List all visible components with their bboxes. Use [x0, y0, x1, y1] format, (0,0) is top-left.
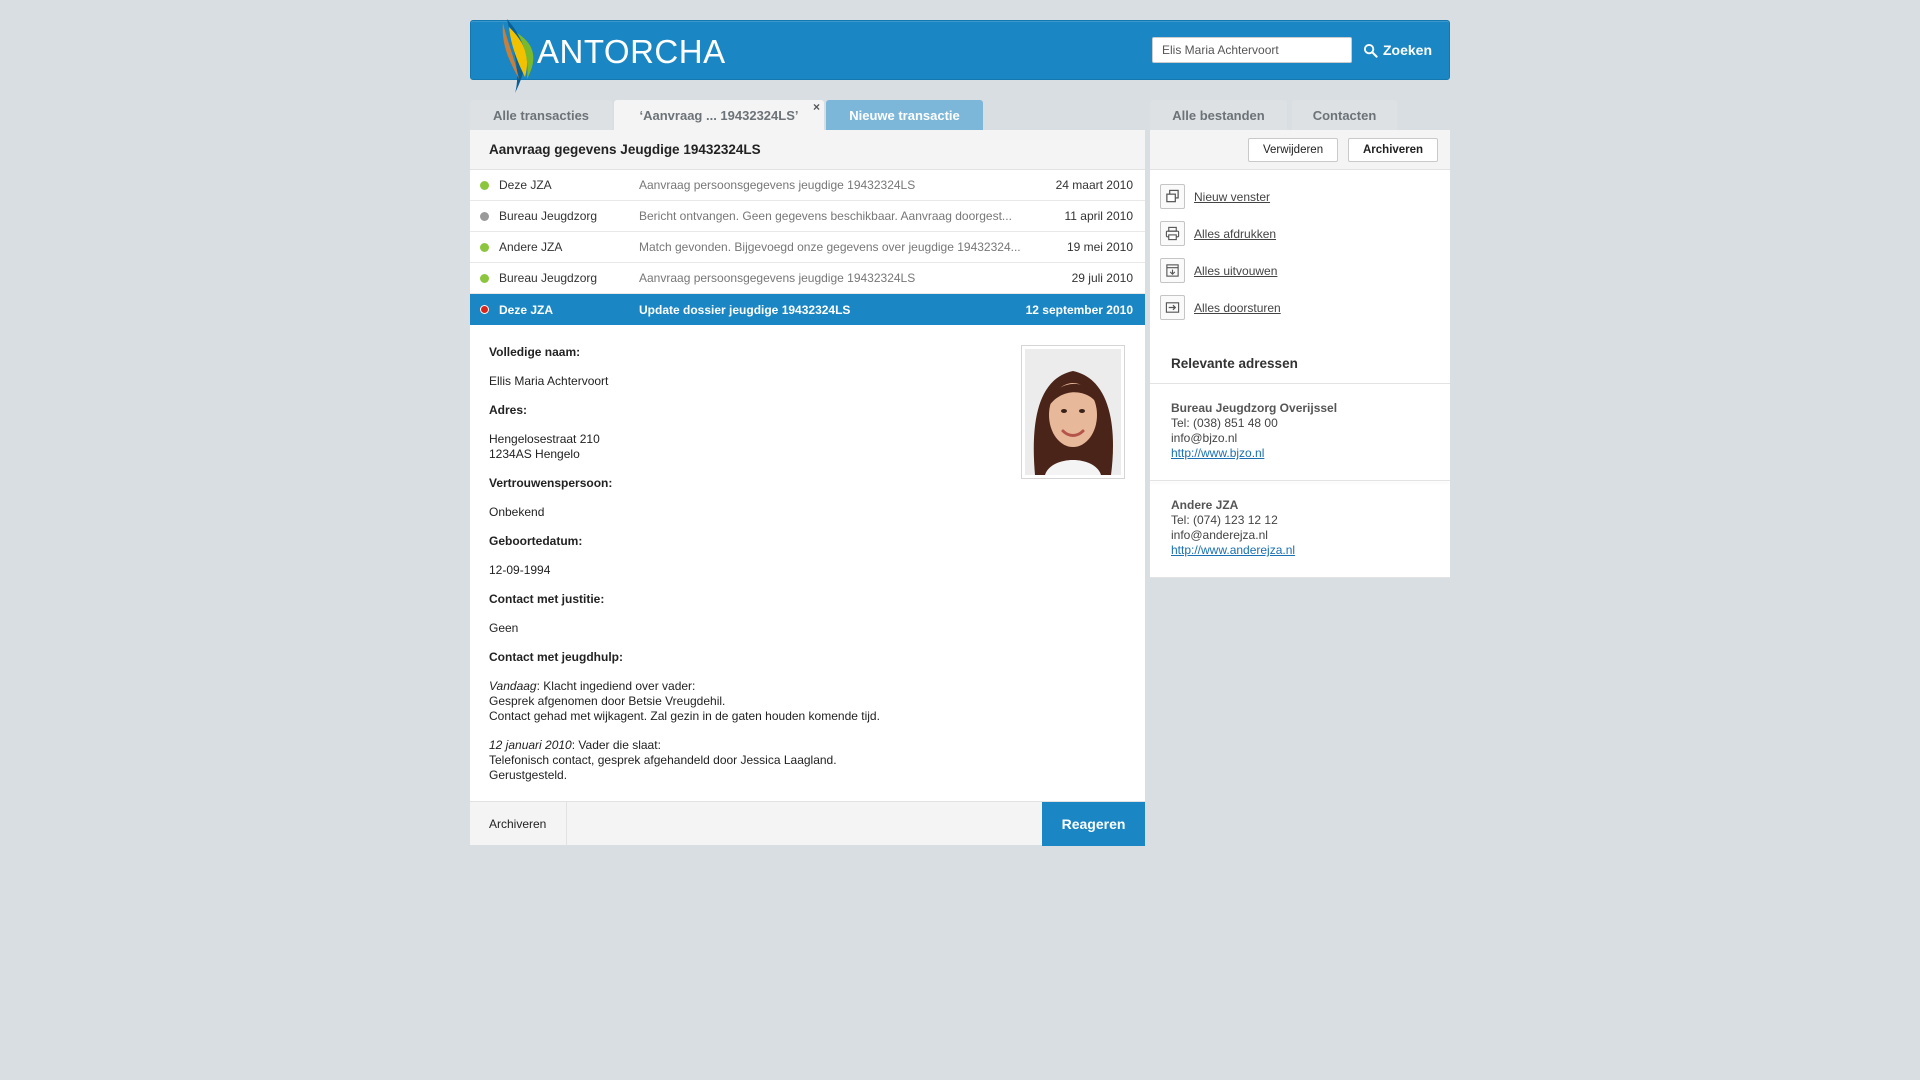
note-title: : Klacht ingediend over vader: — [536, 679, 696, 693]
message-row[interactable]: Bureau Jeugdzorg Bericht ontvangen. Geen… — [470, 201, 1145, 232]
message-sender: Andere JZA — [499, 240, 563, 254]
message-list: Deze JZA Aanvraag persoonsgegevens jeugd… — [470, 170, 1145, 325]
youth-care-note: Vandaag: Klacht ingediend over vader: Ge… — [489, 679, 1126, 724]
sidebar: Nieuw venster Alles afdrukken Alles uitv… — [1150, 170, 1450, 578]
note-date: 12 januari 2010 — [489, 738, 572, 752]
address-card: Andere JZA Tel: (074) 123 12 12 info@and… — [1150, 481, 1450, 578]
note-title: : Vader die slaat: — [571, 738, 661, 752]
new-window-icon — [1160, 184, 1185, 209]
transaction-header: Aanvraag gegevens Jeugdige 19432324LS — [470, 130, 1145, 170]
address-tel: Tel: (038) 851 48 00 — [1171, 416, 1278, 430]
status-dot — [480, 273, 489, 283]
tab-close-icon[interactable]: × — [813, 100, 820, 114]
message-date: 29 juli 2010 — [1071, 271, 1133, 285]
address-url-link[interactable]: http://www.bjzo.nl — [1171, 446, 1429, 461]
note-line: Gesprek afgenomen door Betsie Vreugdehil… — [489, 694, 726, 708]
print-icon — [1160, 221, 1185, 246]
expand-icon — [1160, 258, 1185, 283]
youth-care-label: Contact met jeugdhulp: — [489, 650, 623, 664]
transaction-panel: Aanvraag gegevens Jeugdige 19432324LS De… — [470, 130, 1145, 846]
message-sender: Deze JZA — [499, 302, 554, 317]
message-date: 12 september 2010 — [1025, 302, 1133, 317]
logo-text: ANTORCHA — [537, 33, 726, 70]
trust-person-value: Onbekend — [489, 505, 545, 519]
app-header: ANTORCHA Zoeken — [470, 19, 1450, 93]
note-line: Telefonisch contact, gesprek afgehandeld… — [489, 753, 837, 767]
birthdate-label: Geboortedatum: — [489, 534, 583, 548]
message-date: 19 mei 2010 — [1066, 240, 1133, 254]
message-row-selected[interactable]: Deze JZA Update dossier jeugdige 1943232… — [470, 294, 1145, 325]
note-line: Contact gehad met wijkagent. Zal gezin i… — [489, 709, 880, 723]
tab-contacts-label: Contacten — [1312, 107, 1377, 123]
print-all-label: Alles afdrukken — [1194, 226, 1277, 241]
tab-current-request[interactable]: ‘Aanvraag ... 19432324LS’ × — [614, 100, 824, 130]
message-sender: Bureau Jeugdzorg — [499, 271, 598, 285]
note-line: Gerustgesteld. — [489, 768, 568, 782]
expand-all-action[interactable]: Alles uitvouwen — [1150, 252, 1450, 289]
tab-all-files-label: Alle bestanden — [1172, 107, 1265, 123]
tab-all-transactions[interactable]: Alle transacties — [470, 100, 612, 130]
address-email: info@anderejza.nl — [1171, 528, 1268, 542]
tab-all-files[interactable]: Alle bestanden — [1150, 100, 1287, 130]
address-email: info@bjzo.nl — [1171, 431, 1238, 445]
message-date: 24 maart 2010 — [1055, 178, 1133, 192]
archive-header-button[interactable]: Archiveren — [1348, 138, 1439, 162]
youth-care-note: 12 januari 2010: Vader die slaat: Telefo… — [489, 738, 1126, 783]
profile-photo — [1021, 345, 1125, 479]
message-row[interactable]: Deze JZA Aanvraag persoonsgegevens jeugd… — [470, 170, 1145, 201]
address-url-link[interactable]: http://www.anderejza.nl — [1171, 543, 1429, 558]
expand-all-label: Alles uitvouwen — [1194, 263, 1278, 278]
address-card: Bureau Jeugdzorg Overijssel Tel: (038) 8… — [1150, 384, 1450, 481]
page-title: Aanvraag gegevens Jeugdige 19432324LS — [489, 142, 761, 157]
status-dot — [480, 305, 489, 314]
message-sender: Bureau Jeugdzorg — [499, 209, 598, 223]
message-row[interactable]: Andere JZA Match gevonden. Bijgevoegd on… — [470, 232, 1145, 263]
justice-label: Contact met justitie: — [489, 592, 605, 606]
tab-current-request-label: ‘Aanvraag ... 19432324LS’ — [639, 107, 799, 123]
message-subject: Bericht ontvangen. Geen gegevens beschik… — [639, 209, 1012, 223]
address-name: Bureau Jeugdzorg Overijssel — [1171, 401, 1338, 415]
message-row[interactable]: Bureau Jeugdzorg Aanvraag persoonsgegeve… — [470, 263, 1145, 294]
print-all-action[interactable]: Alles afdrukken — [1150, 215, 1450, 252]
search-icon — [1363, 43, 1378, 58]
message-date: 11 april 2010 — [1064, 209, 1134, 223]
tab-new-transaction[interactable]: Nieuwe transactie — [826, 100, 983, 130]
delete-button[interactable]: Verwijderen — [1248, 138, 1339, 162]
tab-all-transactions-label: Alle transacties — [492, 107, 590, 123]
address-name: Andere JZA — [1171, 498, 1239, 512]
action-footer: Archiveren Reageren — [470, 801, 1145, 846]
status-dot — [480, 180, 489, 190]
forward-all-label: Alles doorsturen — [1194, 300, 1281, 315]
archive-button[interactable]: Archiveren — [470, 802, 567, 846]
relevant-addresses-heading: Relevante adressen — [1150, 326, 1450, 384]
address-tel: Tel: (074) 123 12 12 — [1171, 513, 1278, 527]
status-dot — [480, 242, 489, 252]
note-date: Vandaag — [489, 679, 537, 693]
search-button-label: Zoeken — [1383, 42, 1433, 58]
tab-contacts[interactable]: Contacten — [1292, 100, 1397, 130]
message-subject: Update dossier jeugdige 19432324LS — [639, 302, 851, 317]
portrait-image — [1025, 349, 1121, 475]
search-button[interactable]: Zoeken — [1363, 37, 1432, 63]
new-window-action[interactable]: Nieuw venster — [1150, 178, 1450, 215]
forward-all-action[interactable]: Alles doorsturen — [1150, 289, 1450, 326]
forward-icon — [1160, 295, 1185, 320]
message-sender: Deze JZA — [499, 178, 552, 192]
reply-button[interactable]: Reageren — [1042, 802, 1145, 846]
message-subject: Aanvraag persoonsgegevens jeugdige 19432… — [639, 178, 916, 192]
status-dot — [480, 211, 489, 221]
search-input[interactable] — [1152, 37, 1352, 63]
justice-value: Geen — [489, 621, 519, 635]
birthdate-value: 12-09-1994 — [489, 563, 551, 577]
message-subject: Match gevonden. Bijgevoegd onze gegevens… — [639, 240, 1021, 254]
message-detail: Volledige naam: Ellis Maria Achtervoort … — [470, 325, 1145, 817]
new-window-label: Nieuw venster — [1194, 189, 1271, 204]
tab-new-transaction-label: Nieuwe transactie — [849, 107, 960, 123]
message-subject: Aanvraag persoonsgegevens jeugdige 19432… — [639, 271, 916, 285]
